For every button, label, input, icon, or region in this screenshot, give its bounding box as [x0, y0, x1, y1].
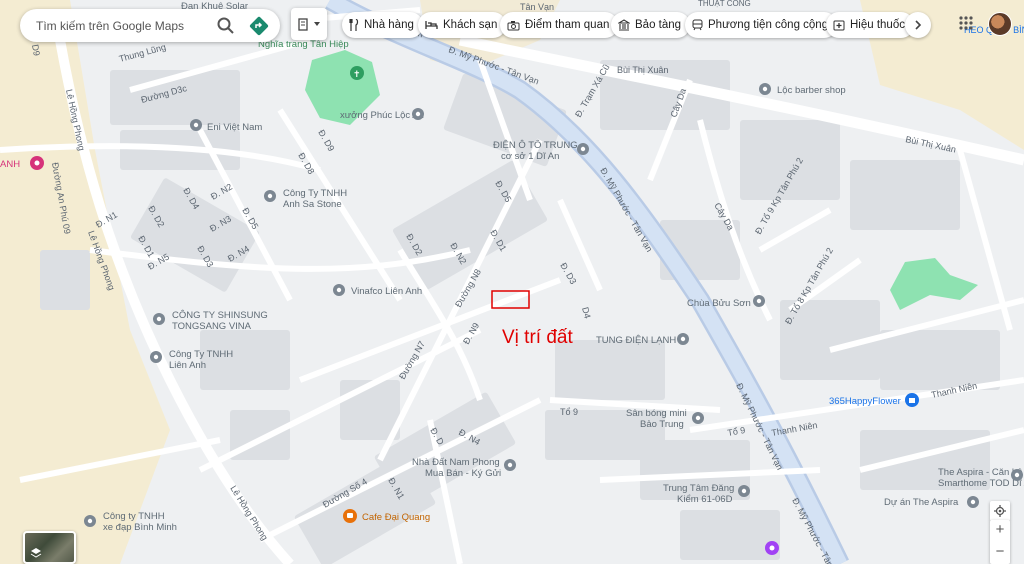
chevron-down-icon: [314, 22, 320, 26]
svg-text:Bảo Trung: Bảo Trung: [640, 419, 684, 430]
svg-text:Kiểm 61-06D: Kiểm 61-06D: [677, 494, 733, 505]
zoom-control: + −: [990, 520, 1010, 564]
svg-text:Liên Anh: Liên Anh: [169, 360, 206, 371]
bed-icon: [425, 21, 438, 29]
poi-xuong-phuc-loc-an[interactable]: xưởng Phúc Lộc An: [340, 108, 424, 121]
chip-label: Bảo tàng: [635, 19, 682, 31]
svg-text:xe đạp Bình Minh: xe đạp Bình Minh: [103, 522, 177, 533]
poi-tung-dien-lanh[interactable]: TUNG ĐIỆN LẠNH: [596, 333, 689, 346]
svg-text:Công ty TNHH: Công ty TNHH: [103, 511, 165, 522]
chevron-right-icon: [915, 20, 922, 30]
zoom-in-button[interactable]: +: [990, 520, 1010, 542]
chip-transit[interactable]: Phương tiện công cộng: [685, 12, 838, 38]
search-input[interactable]: [36, 18, 206, 33]
svg-text:ANH: ANH: [0, 159, 20, 170]
layer-toggle-button[interactable]: [291, 8, 327, 40]
chip-restaurants[interactable]: Nhà hàng: [342, 12, 423, 38]
fork-knife-icon: [349, 19, 359, 31]
my-location-button[interactable]: [990, 501, 1010, 521]
pharmacy-icon: [833, 20, 845, 31]
svg-text:xưởng Phúc Lộc An: xưởng Phúc Lộc An: [340, 110, 424, 121]
svg-text:Anh Sa Stone: Anh Sa Stone: [283, 199, 342, 210]
chip-label: Hiệu thuốc: [850, 19, 905, 31]
chip-attractions[interactable]: Điểm tham quan: [500, 12, 619, 38]
chip-label: Khách sạn: [443, 19, 498, 31]
street-label: Bùi Thị Xuân: [617, 65, 668, 75]
svg-text:Dự án The Aspira: Dự án The Aspira: [884, 497, 959, 508]
svg-text:Cafe Đại Quang: Cafe Đại Quang: [362, 512, 430, 523]
chip-pharmacy[interactable]: Hiệu thuốc: [826, 12, 914, 38]
layers-button[interactable]: [23, 531, 76, 564]
svg-text:Vinafco Liên Anh: Vinafco Liên Anh: [351, 286, 422, 297]
svg-text:The Aspira - Căn hộ: The Aspira - Căn hộ: [938, 467, 1023, 478]
street-label: D9: [30, 44, 42, 57]
chip-label: Nhà hàng: [364, 19, 414, 31]
svg-text:Lộc barber shop: Lộc barber shop: [777, 85, 846, 96]
chips-next-button[interactable]: [905, 12, 931, 38]
search-box[interactable]: [20, 9, 280, 42]
svg-text:Eni Việt Nam: Eni Việt Nam: [207, 122, 262, 133]
street-label: THUẬT CÔNG: [698, 0, 751, 8]
svg-text:ĐIỆN Ô TÔ TRUNG: ĐIỆN Ô TÔ TRUNG: [493, 140, 578, 151]
svg-text:Sân bóng mini: Sân bóng mini: [626, 408, 687, 419]
svg-text:CÔNG TY SHINSUNG: CÔNG TY SHINSUNG: [172, 310, 268, 321]
svg-text:Trung Tâm Đăng: Trung Tâm Đăng: [663, 483, 734, 494]
street-label: Tân Vạn: [520, 2, 554, 12]
chip-hotels[interactable]: Khách sạn: [418, 12, 507, 38]
svg-text:TONGSANG VINA: TONGSANG VINA: [172, 321, 252, 332]
camera-icon: [507, 20, 520, 30]
chip-label: Điểm tham quan: [525, 19, 610, 31]
crosshair-icon: [994, 505, 1006, 517]
svg-text:Smarthome TOD Dĩ An: Smarthome TOD Dĩ An: [938, 478, 1024, 489]
svg-text:Nghĩa trang Tân Hiệp: Nghĩa trang Tân Hiệp: [258, 39, 349, 50]
street-label: Tổ 9: [560, 407, 578, 417]
land-location-label: Vị trí đất: [502, 327, 573, 348]
svg-text:✝: ✝: [353, 69, 361, 79]
svg-text:365HappyFlower: 365HappyFlower: [829, 396, 901, 407]
svg-text:Mua Bán - Ký Gửi: Mua Bán - Ký Gửi: [425, 468, 501, 479]
chip-museums[interactable]: Bảo tàng: [611, 12, 691, 38]
svg-text:cơ sở 1 Dĩ An: cơ sở 1 Dĩ An: [501, 151, 559, 162]
avatar[interactable]: [988, 12, 1012, 36]
svg-text:Nhà Đất Nam Phong: Nhà Đất Nam Phong: [412, 457, 500, 468]
svg-text:Chùa Bửu Sơn: Chùa Bửu Sơn: [687, 298, 751, 309]
layers-icon: [30, 548, 42, 558]
svg-text:Công Ty TNHH: Công Ty TNHH: [283, 188, 347, 199]
poi-the-aspira-can-ho[interactable]: The Aspira - Căn hộ Smarthome TOD Dĩ An: [938, 467, 1024, 489]
transit-icon: [692, 19, 703, 31]
map-canvas[interactable]: Tân Vạn Đ. Mỹ Phước - Tân Vạn Tân Vạn Đ.…: [0, 0, 1024, 564]
museum-icon: [618, 19, 630, 31]
chip-label: Phương tiện công cộng: [708, 19, 829, 31]
poi-purple-pin[interactable]: [765, 541, 779, 555]
svg-text:TUNG ĐIỆN LẠNH: TUNG ĐIỆN LẠNH: [596, 335, 676, 346]
directions-icon[interactable]: [248, 15, 270, 37]
svg-text:Công Ty TNHH: Công Ty TNHH: [169, 349, 233, 360]
apps-grid-icon[interactable]: [958, 15, 974, 31]
search-icon[interactable]: [216, 16, 236, 36]
building-icon: [298, 18, 308, 31]
zoom-out-button[interactable]: −: [990, 542, 1010, 564]
